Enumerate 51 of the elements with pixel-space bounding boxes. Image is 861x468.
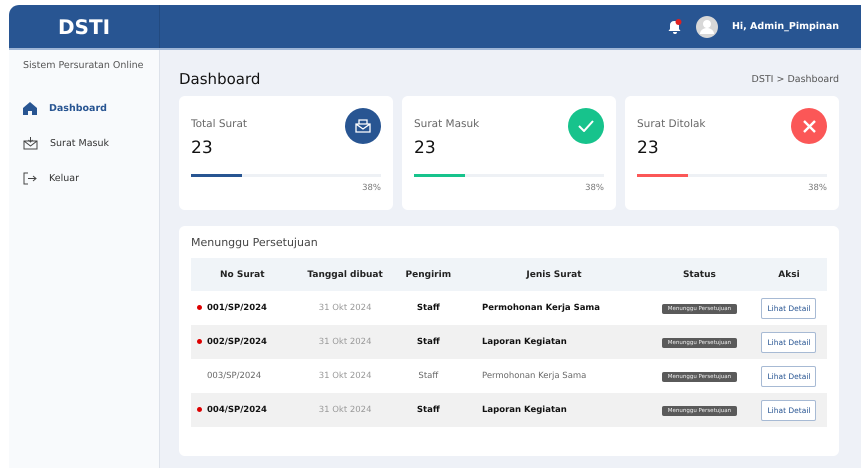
- table-cell: 31 Okt 2024: [318, 371, 372, 381]
- nav-item[interactable]: Keluar: [49, 173, 79, 184]
- column-header: No Surat: [191, 258, 294, 291]
- envelope-icon: [23, 137, 38, 150]
- column-header: Status: [648, 258, 751, 291]
- unread-dot: [197, 407, 202, 412]
- column-header: Jenis Surat: [460, 258, 648, 291]
- bell-icon[interactable]: [668, 19, 682, 34]
- breadcrumb: DSTI > Dashboard: [752, 74, 839, 84]
- table-cell: 31 Okt 2024: [318, 303, 372, 313]
- page-title: Dashboard: [179, 70, 260, 88]
- table-cell: Permohonan Kerja Sama: [482, 371, 586, 381]
- close-icon: [802, 120, 816, 132]
- app-subtitle: Sistem Persuratan Online: [23, 60, 145, 71]
- stat-value: 23: [637, 138, 660, 158]
- home-icon: [23, 102, 37, 115]
- stat-percent: 38%: [808, 183, 827, 193]
- table-cell: Permohonan Kerja Sama: [482, 303, 600, 313]
- mail-icon: [355, 119, 371, 133]
- table-cell: 003/SP/2024: [207, 371, 262, 381]
- stat-value: 23: [191, 138, 214, 158]
- table-cell: 004/SP/2024: [207, 405, 267, 415]
- table-cell: Staff: [416, 337, 440, 347]
- nav-item[interactable]: Surat Masuk: [50, 138, 110, 149]
- user-greeting: Hi, Admin_Pimpinan: [732, 21, 839, 32]
- table-title: Menunggu Persetujuan: [191, 236, 319, 249]
- table-cell: Staff: [416, 303, 440, 313]
- stat-percent: 38%: [362, 183, 381, 193]
- stat-value: 23: [414, 138, 437, 158]
- table-cell: Staff: [416, 405, 440, 415]
- table-cell: 001/SP/2024: [207, 303, 267, 313]
- stat-label: Total Surat: [191, 118, 248, 130]
- brand-logo: DSTI: [9, 5, 160, 48]
- check-icon: [578, 120, 594, 132]
- nav-item[interactable]: Dashboard: [49, 103, 107, 114]
- table-cell: 31 Okt 2024: [318, 405, 372, 415]
- stat-label: Surat Ditolak: [637, 118, 706, 130]
- table-cell: 31 Okt 2024: [318, 337, 372, 347]
- table-cell: Laporan Kegiatan: [482, 337, 567, 347]
- stat-label: Surat Masuk: [414, 118, 480, 130]
- stat-percent: 38%: [585, 183, 604, 193]
- unread-dot: [197, 339, 202, 344]
- avatar-icon[interactable]: [696, 16, 718, 38]
- column-header: Tanggal dibuat: [294, 258, 397, 291]
- column-header: Pengirim: [396, 258, 460, 291]
- logout-icon: [23, 172, 37, 185]
- table-cell: 002/SP/2024: [207, 337, 267, 347]
- column-header: Aksi: [750, 258, 827, 291]
- table-cell: Staff: [418, 371, 438, 381]
- unread-dot: [197, 305, 202, 310]
- table-cell: Laporan Kegiatan: [482, 405, 567, 415]
